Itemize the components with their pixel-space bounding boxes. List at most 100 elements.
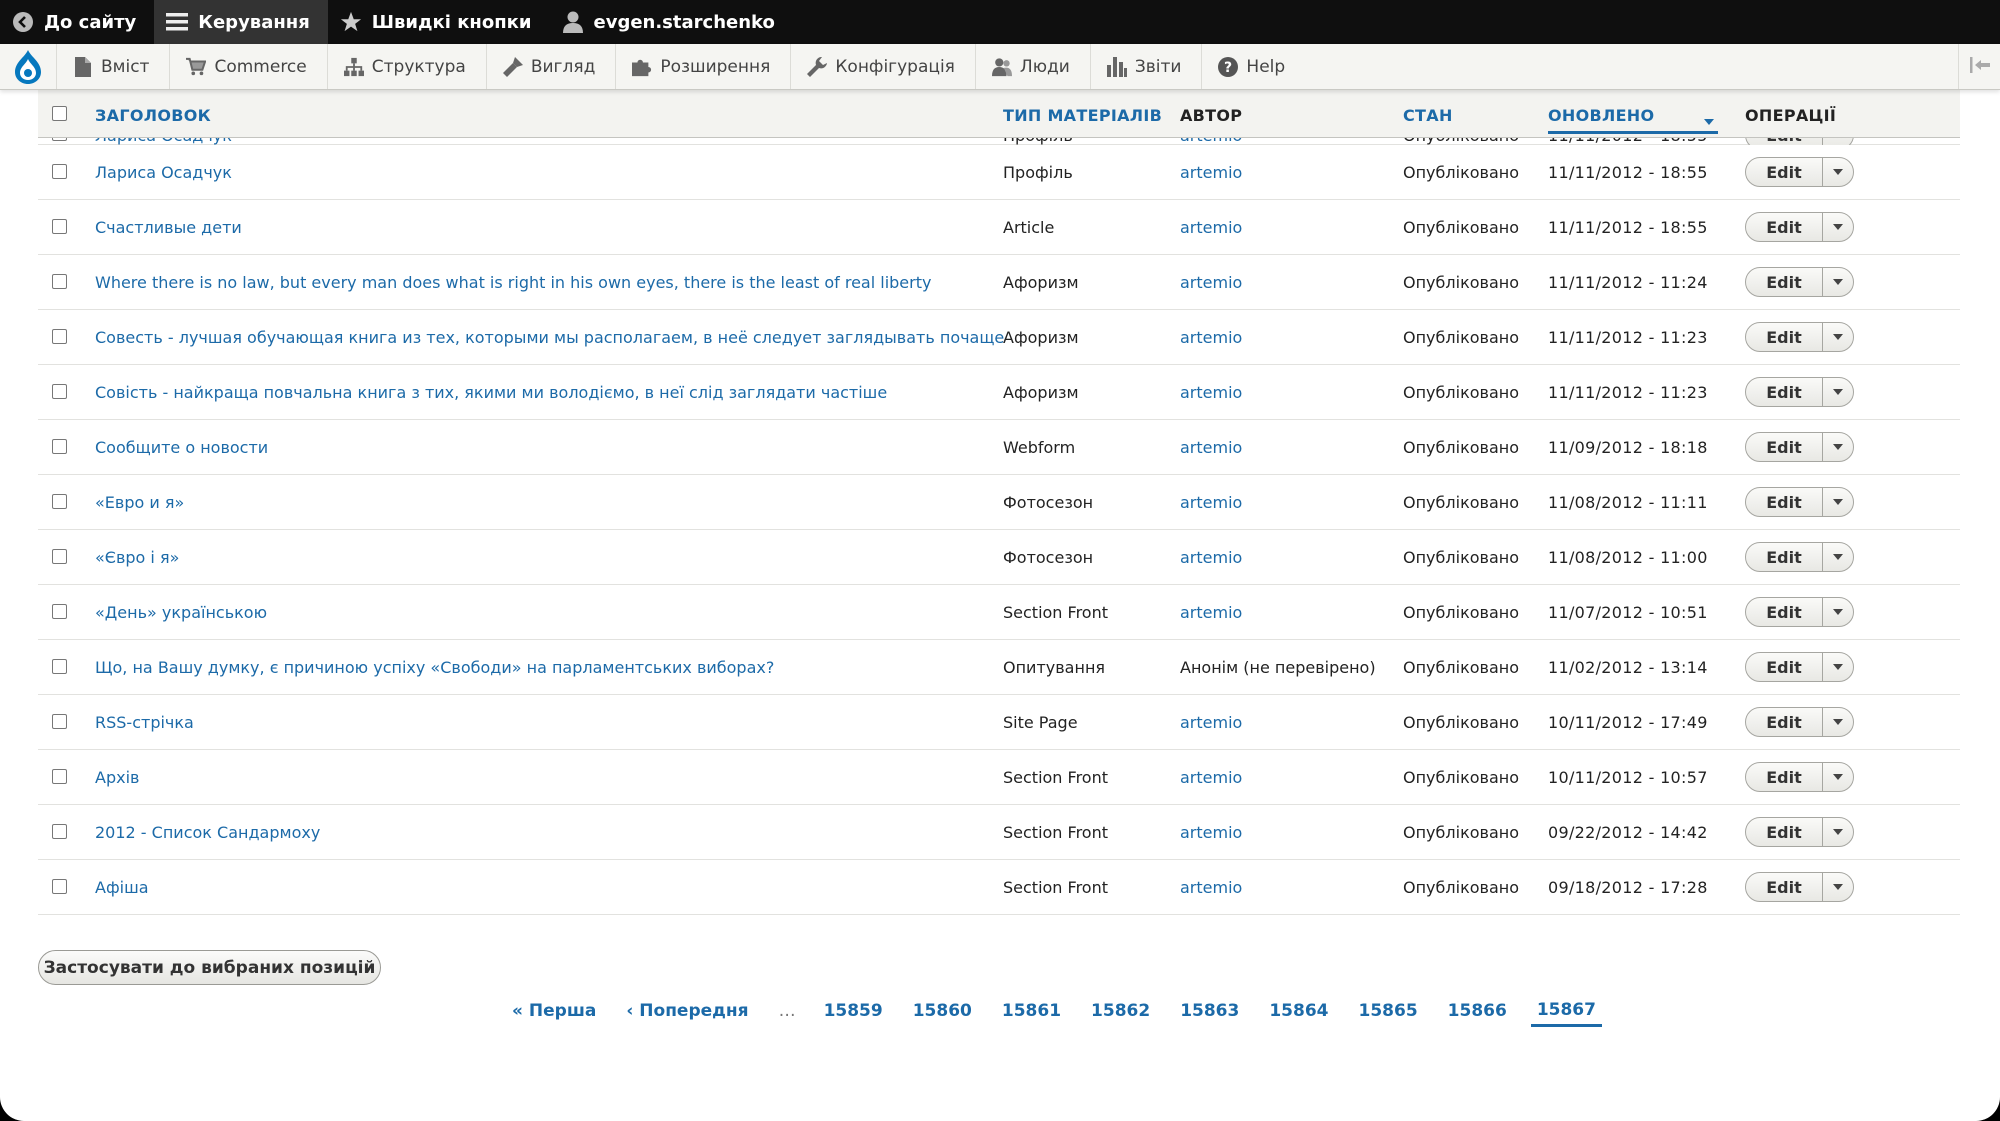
row-title-link[interactable]: Счастливые дети [95, 218, 242, 237]
operations-dropdown-toggle[interactable] [1823, 653, 1853, 681]
row-checkbox[interactable] [52, 274, 67, 289]
operations-dropdown-toggle[interactable] [1823, 158, 1853, 186]
edit-button[interactable]: Edit [1746, 653, 1823, 681]
row-title-link[interactable]: «Евро и я» [95, 493, 184, 512]
row-checkbox[interactable] [52, 219, 67, 234]
operations-dropdown-toggle[interactable] [1823, 763, 1853, 791]
operations-dropdown-toggle[interactable] [1823, 818, 1853, 846]
pager-page-link[interactable]: 15863 [1180, 1001, 1239, 1025]
pager-first-link[interactable]: « Перша [512, 1001, 596, 1025]
edit-button[interactable]: Edit [1746, 543, 1823, 571]
row-author[interactable]: artemio [1180, 273, 1242, 292]
tray-item-configuration[interactable]: Конфігурація [790, 44, 975, 89]
row-author[interactable]: artemio [1180, 438, 1242, 457]
row-checkbox[interactable] [52, 164, 67, 179]
row-title-link[interactable]: Лариса Осадчук [95, 163, 232, 182]
edit-button[interactable]: Edit [1746, 708, 1823, 736]
row-checkbox[interactable] [52, 769, 67, 784]
apply-to-selected-button[interactable]: Застосувати до вибраних позицій [38, 950, 381, 985]
edit-button[interactable]: Edit [1746, 488, 1823, 516]
row-checkbox[interactable] [52, 329, 67, 344]
edit-button[interactable]: Edit [1746, 818, 1823, 846]
row-author[interactable]: artemio [1180, 713, 1242, 732]
operations-dropdown-toggle[interactable] [1823, 488, 1853, 516]
row-title-link[interactable]: Афіша [95, 878, 149, 897]
edit-button[interactable]: Edit [1746, 763, 1823, 791]
row-checkbox[interactable] [52, 879, 67, 894]
row-author[interactable]: artemio [1180, 218, 1242, 237]
header-status[interactable]: Стан [1403, 106, 1453, 125]
row-checkbox[interactable] [52, 549, 67, 564]
tray-item-extend[interactable]: Розширення [615, 44, 790, 89]
edit-button[interactable]: Edit [1746, 598, 1823, 626]
manage-menu-tab[interactable]: Керування [154, 0, 328, 44]
header-type[interactable]: Тип матеріалів [1003, 106, 1162, 125]
pager-previous-link[interactable]: ‹ Попередня [626, 1001, 748, 1025]
tray-item-appearance[interactable]: Вигляд [485, 44, 616, 89]
row-checkbox[interactable] [52, 494, 67, 509]
edit-button[interactable]: Edit [1746, 378, 1823, 406]
row-title-link[interactable]: Совість - найкраща повчальна книга з тих… [95, 383, 887, 402]
row-author[interactable]: artemio [1180, 328, 1242, 347]
edit-button[interactable]: Edit [1746, 268, 1823, 296]
row-title-link[interactable]: Архів [95, 768, 139, 787]
row-checkbox[interactable] [52, 384, 67, 399]
row-checkbox[interactable] [52, 604, 67, 619]
row-author[interactable]: artemio [1180, 548, 1242, 567]
row-title-link[interactable]: 2012 - Список Сандармоху [95, 823, 320, 842]
row-title-link[interactable]: Сообщите о новости [95, 438, 268, 457]
row-author[interactable]: artemio [1180, 878, 1242, 897]
row-checkbox[interactable] [52, 714, 67, 729]
operations-dropdown-toggle[interactable] [1823, 213, 1853, 241]
drupal-logo-icon[interactable] [0, 44, 56, 89]
edit-button[interactable]: Edit [1746, 158, 1823, 186]
row-author[interactable]: artemio [1180, 383, 1242, 402]
tray-item-people[interactable]: Люди [974, 44, 1090, 89]
header-title[interactable]: Заголовок [95, 106, 211, 125]
operations-dropdown-toggle[interactable] [1823, 873, 1853, 901]
row-author[interactable]: artemio [1180, 163, 1242, 182]
operations-dropdown-toggle[interactable] [1823, 268, 1853, 296]
row-title-link[interactable]: RSS-стрічка [95, 713, 194, 732]
pager-page-link[interactable]: 15859 [824, 1001, 883, 1025]
row-author[interactable]: artemio [1180, 768, 1242, 787]
edit-button[interactable]: Edit [1746, 323, 1823, 351]
tray-item-commerce[interactable]: Commerce [169, 44, 326, 89]
operations-dropdown-toggle[interactable] [1823, 378, 1853, 406]
operations-dropdown-toggle[interactable] [1823, 708, 1853, 736]
header-updated[interactable]: Оновлено [1548, 106, 1718, 134]
tray-item-help[interactable]: ? Help [1201, 44, 1305, 89]
tray-item-structure[interactable]: Структура [326, 44, 486, 89]
pager-page-link[interactable]: 15860 [913, 1001, 972, 1025]
operations-dropdown-toggle[interactable] [1823, 323, 1853, 351]
edit-button[interactable]: Edit [1746, 873, 1823, 901]
row-checkbox[interactable] [52, 439, 67, 454]
row-author[interactable]: artemio [1180, 493, 1242, 512]
user-tab[interactable]: evgen.starchenko [550, 0, 793, 44]
row-title-link[interactable]: Що, на Вашу думку, є причиною успіху «Св… [95, 658, 774, 677]
tray-orientation-toggle[interactable] [1958, 44, 2000, 89]
back-to-site-link[interactable]: До сайту [0, 0, 154, 44]
select-all-checkbox[interactable] [52, 106, 67, 121]
edit-button[interactable]: Edit [1746, 213, 1823, 241]
pager-page-link[interactable]: 15862 [1091, 1001, 1150, 1025]
row-title-link[interactable]: «Євро і я» [95, 548, 179, 567]
pager-page-link[interactable]: 15865 [1359, 1001, 1418, 1025]
operations-dropdown-toggle[interactable] [1823, 543, 1853, 571]
pager-page-link[interactable]: 15866 [1448, 1001, 1507, 1025]
row-author[interactable]: artemio [1180, 603, 1242, 622]
operations-dropdown-toggle[interactable] [1823, 433, 1853, 461]
edit-button[interactable]: Edit [1746, 433, 1823, 461]
tray-item-content[interactable]: Вміст [56, 44, 169, 89]
row-title-link[interactable]: Совесть - лучшая обучающая книга из тех,… [95, 328, 1004, 347]
row-title-link[interactable]: «День» українською [95, 603, 267, 622]
pager-page-link[interactable]: 15861 [1002, 1001, 1061, 1025]
tray-item-reports[interactable]: Звіти [1089, 44, 1202, 89]
operations-dropdown-toggle[interactable] [1823, 598, 1853, 626]
row-checkbox[interactable] [52, 659, 67, 674]
pager-page-link[interactable]: 15864 [1269, 1001, 1328, 1025]
row-author[interactable]: artemio [1180, 823, 1242, 842]
row-checkbox[interactable] [52, 824, 67, 839]
row-title-link[interactable]: Where there is no law, but every man doe… [95, 273, 931, 292]
shortcuts-tab[interactable]: Швидкі кнопки [328, 0, 550, 44]
